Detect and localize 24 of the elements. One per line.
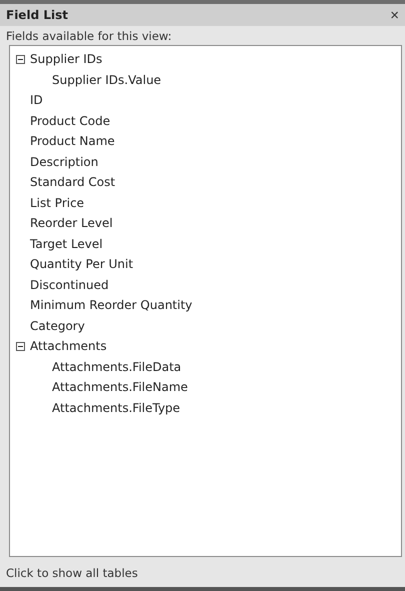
field-item[interactable]: Attachments.FileData: [52, 360, 182, 374]
field-item[interactable]: List Price: [30, 196, 84, 210]
field-item[interactable]: Product Code: [30, 114, 110, 128]
collapse-icon[interactable]: [16, 342, 25, 351]
field-item[interactable]: Reorder Level: [30, 216, 113, 230]
field-item[interactable]: Product Name: [30, 134, 115, 148]
field-item[interactable]: Quantity Per Unit: [30, 257, 134, 272]
field-item[interactable]: Standard Cost: [30, 175, 116, 190]
panel-title: Field List: [6, 8, 68, 22]
collapse-icon[interactable]: [16, 54, 25, 64]
close-button[interactable]: ×: [388, 8, 401, 22]
field-item[interactable]: Description: [30, 154, 98, 169]
show-tables-link[interactable]: Click to show all tables: [0, 557, 405, 587]
field-item[interactable]: Category: [30, 318, 85, 333]
field-item[interactable]: Attachments: [30, 339, 107, 354]
field-item[interactable]: Supplier IDs: [30, 52, 102, 66]
field-item[interactable]: Supplier IDs.Value: [52, 72, 162, 87]
field-item[interactable]: Attachments.FileType: [52, 400, 180, 415]
field-item[interactable]: Target Level: [30, 236, 103, 251]
field-item[interactable]: Minimum Reorder Quantity: [30, 298, 192, 312]
caption-text: Fields available for this view:: [5, 28, 173, 45]
field-item[interactable]: Attachments.FileName: [52, 380, 188, 394]
field-item[interactable]: ID: [30, 93, 43, 108]
field-item[interactable]: Discontinued: [30, 278, 109, 292]
